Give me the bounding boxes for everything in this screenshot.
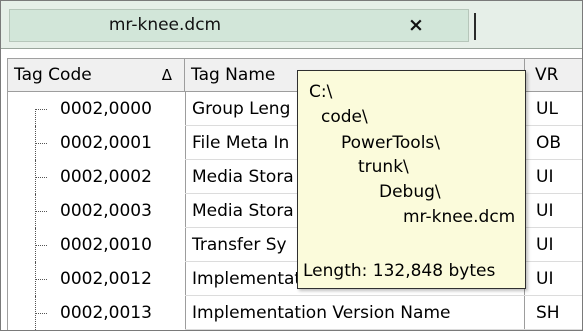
tag-code: 0002,0003 — [60, 201, 152, 221]
column-header-label: Tag Name — [191, 65, 276, 85]
tree-connector-icon — [29, 262, 47, 296]
tooltip-path-line: code\ — [321, 107, 368, 127]
vr-cell: UL — [536, 99, 558, 119]
column-header-label: VR — [535, 65, 559, 85]
vr-cell: OB — [536, 133, 562, 153]
tag-code-cell: 0002,0010 — [8, 228, 185, 262]
tree-connector-icon — [29, 228, 47, 262]
tooltip-path-line: C:\ — [309, 82, 333, 102]
tag-code: 0002,0000 — [60, 99, 152, 119]
tooltip-path-line: PowerTools\ — [341, 133, 441, 153]
tag-code: 0002,0001 — [60, 133, 152, 153]
tooltip-path-line: mr-knee.dcm — [403, 207, 516, 227]
column-header-label: Tag Code — [14, 65, 92, 85]
column-header-tag-code[interactable]: Tag Code Δ — [8, 59, 185, 91]
file-tab[interactable]: mr-knee.dcm × — [9, 9, 469, 42]
column-header-vr[interactable]: VR — [525, 59, 582, 91]
tag-code-cell: 0002,0013 — [8, 296, 185, 330]
tab-bar: mr-knee.dcm × — [1, 1, 582, 49]
vr-cell: SH — [536, 303, 560, 323]
tree-connector-icon — [29, 160, 47, 194]
sort-ascending-icon: Δ — [161, 66, 172, 84]
tooltip-path-line: trunk\ — [358, 157, 409, 177]
vr-cell: UI — [536, 167, 554, 187]
file-path-tooltip: C:\ code\ PowerTools\ trunk\ Debug\ mr-k… — [297, 70, 526, 289]
tag-code-cell: 0002,0003 — [8, 194, 185, 228]
tag-code-cell: 0002,0012 — [8, 262, 185, 296]
tree-connector-icon — [29, 194, 47, 228]
tree-connector-icon — [29, 126, 47, 160]
tooltip-path-line: Debug\ — [379, 182, 441, 202]
tag-code: 0002,0013 — [60, 303, 152, 323]
vr-cell: UI — [536, 269, 554, 289]
tab-separator — [474, 13, 476, 40]
tooltip-length: Length: 132,848 bytes — [303, 261, 496, 281]
tag-code-cell: 0002,0000 — [8, 92, 185, 126]
tag-name-cell: Implementation Version Name — [185, 296, 525, 330]
tab-title: mr-knee.dcm — [108, 15, 222, 35]
close-icon[interactable]: × — [402, 10, 430, 41]
tag-code-cell: 0002,0002 — [8, 160, 185, 194]
vr-cell: UI — [536, 235, 554, 255]
dicom-viewer-window: mr-knee.dcm × Tag Code Δ Tag Name VR 000… — [0, 0, 583, 331]
vr-cell: UI — [536, 201, 554, 221]
tree-connector-icon — [29, 92, 47, 126]
tag-code: 0002,0012 — [60, 269, 152, 289]
tree-connector-icon — [29, 296, 47, 330]
tag-code: 0002,0010 — [60, 235, 152, 255]
tag-code-cell: 0002,0001 — [8, 126, 185, 160]
table-row[interactable]: 0002,0013 Implementation Version Name SH — [8, 296, 582, 330]
tag-code: 0002,0002 — [60, 167, 152, 187]
